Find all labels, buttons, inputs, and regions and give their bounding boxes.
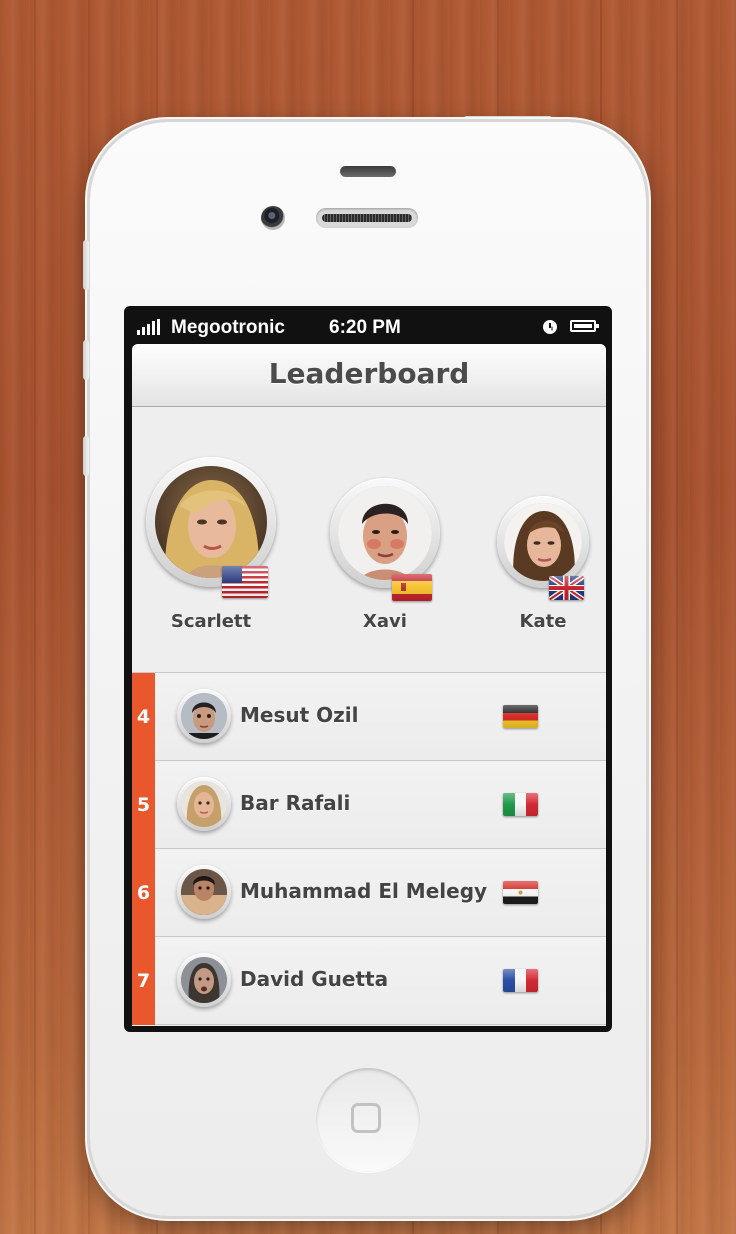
avatar-scarlett (155, 466, 267, 578)
us-flag-icon (222, 566, 268, 598)
avatar-muhammad-el-melegy (181, 869, 227, 915)
wood-grain (676, 0, 678, 1234)
battery-icon (570, 320, 599, 332)
list-item[interactable]: 7 David Guetta (132, 937, 606, 1025)
player-name: Mesut Ozil (240, 703, 359, 727)
podium-name: Xavi (363, 611, 407, 632)
podium-name: Scarlett (170, 611, 252, 632)
volume-up-button[interactable] (83, 340, 89, 380)
rank-badge: 5 (132, 761, 155, 849)
wood-grain (34, 0, 36, 1234)
front-camera (261, 206, 285, 230)
volume-down-button[interactable] (83, 436, 89, 476)
avatar-ring (177, 865, 231, 919)
rank-badge: 4 (132, 673, 155, 761)
status-time: 6:20 PM (329, 317, 401, 338)
home-button[interactable] (316, 1068, 420, 1172)
podium-name: Kate (519, 611, 567, 632)
rank-badge: 6 (132, 849, 155, 937)
podium-player-3[interactable]: Kate (497, 496, 589, 651)
avatar-ring (330, 478, 440, 588)
spain-flag-icon (392, 574, 432, 601)
germany-flag-icon (503, 705, 538, 728)
mute-switch[interactable] (83, 240, 89, 290)
avatar-bar-rafali (181, 781, 227, 827)
phone-screen: Megootronic 6:20 PM Leaderboard Scarlett… (124, 306, 612, 1032)
earpiece-speaker (316, 208, 418, 228)
player-name: Muhammad El Melegy (240, 879, 488, 903)
list-item[interactable]: 6 Muhammad El Melegy (132, 849, 606, 937)
list-item[interactable]: 4 Mesut Ozil (132, 673, 606, 761)
avatar-ring (177, 777, 231, 831)
avatar-ring (177, 953, 231, 1007)
player-name: Bar Rafali (240, 791, 351, 815)
italy-flag-icon (503, 793, 538, 816)
avatar-ring (497, 496, 589, 588)
podium-player-2[interactable]: Xavi (330, 478, 440, 648)
player-name: David Guetta (240, 967, 389, 991)
uk-flag-icon (549, 576, 584, 600)
navigation-bar: Leaderboard (132, 344, 606, 407)
list-item[interactable]: 5 Bar Rafali (132, 761, 606, 849)
avatar-xavi (338, 486, 432, 580)
alarm-clock-icon (543, 320, 557, 334)
carrier-name: Megootronic (171, 317, 285, 338)
page-title: Leaderboard (268, 357, 470, 390)
avatar-mesut-ozil (181, 693, 227, 739)
avatar-david-guetta (181, 957, 227, 1003)
home-square-icon (351, 1103, 381, 1133)
proximity-sensor (340, 166, 396, 177)
rank-badge: 7 (132, 937, 155, 1025)
avatar-kate (504, 503, 582, 581)
status-bar: Megootronic 6:20 PM (124, 306, 612, 344)
leaderboard-app: Leaderboard Scarlett Xavi Kate 4 Mesut O… (132, 344, 606, 1026)
top-three-podium: Scarlett Xavi Kate (132, 407, 606, 673)
leaderboard-list: 4 Mesut Ozil 5 Bar Rafali 6 Muhammad El … (132, 673, 606, 1025)
avatar-ring (177, 689, 231, 743)
egypt-flag-icon (503, 881, 538, 904)
france-flag-icon (503, 969, 538, 992)
podium-player-1[interactable]: Scarlett (146, 457, 276, 647)
